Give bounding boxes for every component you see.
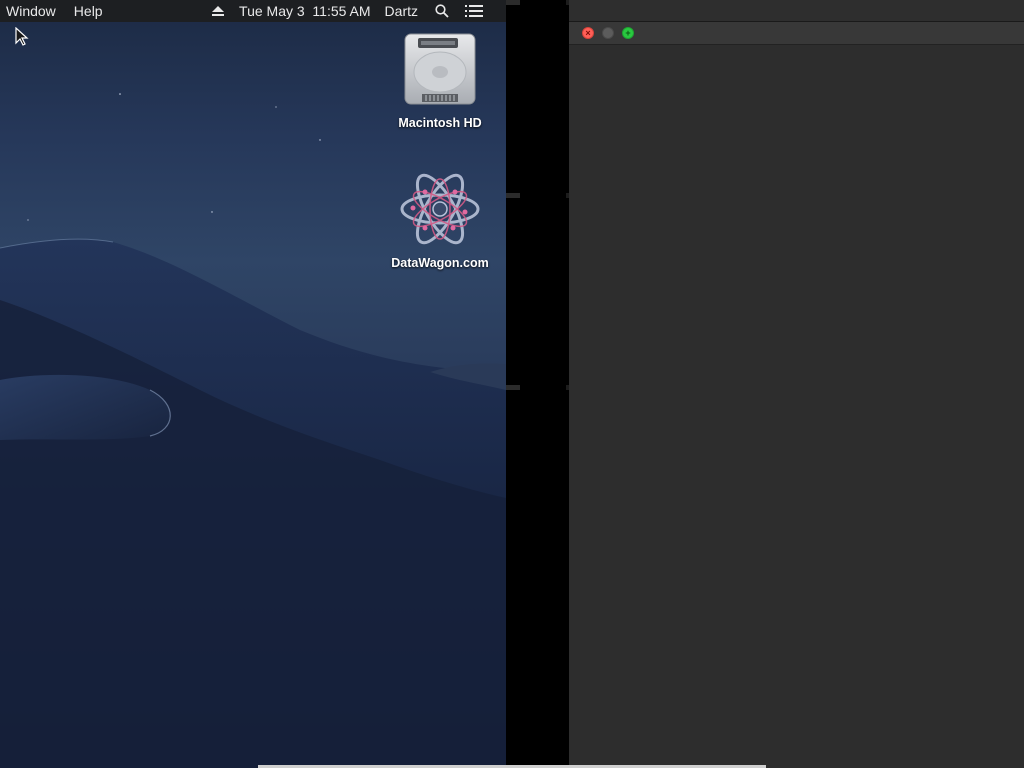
hard-drive-icon	[404, 33, 476, 105]
gutter-notch	[506, 193, 520, 198]
eject-icon[interactable]	[207, 0, 229, 22]
desktop-icon-label: DataWagon.com	[391, 256, 489, 270]
zoom-icon: +	[625, 28, 631, 38]
desktop-icon-datawagon[interactable]: DataWagon.com	[380, 168, 500, 270]
window-gutter	[506, 0, 581, 768]
menu-bar: Window Help Tue May 3 11:55 AM Dartz	[0, 0, 506, 22]
window-content	[569, 45, 1024, 768]
desktop-icon-label: Macintosh HD	[398, 116, 482, 130]
desktop-icon-macintosh-hd[interactable]: Macintosh HD	[380, 32, 500, 130]
desktop-wallpaper: Window Help Tue May 3 11:55 AM Dartz Mac…	[0, 0, 506, 768]
menubar-clock[interactable]: Tue May 3 11:55 AM	[239, 0, 371, 22]
close-icon: ×	[585, 28, 591, 38]
notification-center-icon[interactable]	[462, 0, 486, 22]
menubar-user[interactable]: Dartz	[385, 0, 418, 22]
close-button[interactable]: ×	[582, 27, 594, 39]
search-icon[interactable]	[432, 0, 452, 22]
minimize-button[interactable]	[602, 27, 614, 39]
menu-help[interactable]: Help	[65, 0, 112, 22]
datawagon-logo-icon	[400, 173, 480, 245]
screen: Window Help Tue May 3 11:55 AM Dartz Mac…	[0, 0, 1024, 768]
menu-window[interactable]: Window	[0, 0, 65, 22]
minimize-icon	[603, 28, 613, 38]
window-top-strip	[569, 0, 1024, 22]
gutter-notch	[506, 0, 520, 5]
window-titlebar[interactable]: × +	[569, 22, 1024, 45]
gutter-notch	[506, 385, 520, 390]
zoom-button[interactable]: +	[622, 27, 634, 39]
app-window: × +	[569, 0, 1024, 768]
mouse-cursor-icon	[15, 27, 29, 46]
